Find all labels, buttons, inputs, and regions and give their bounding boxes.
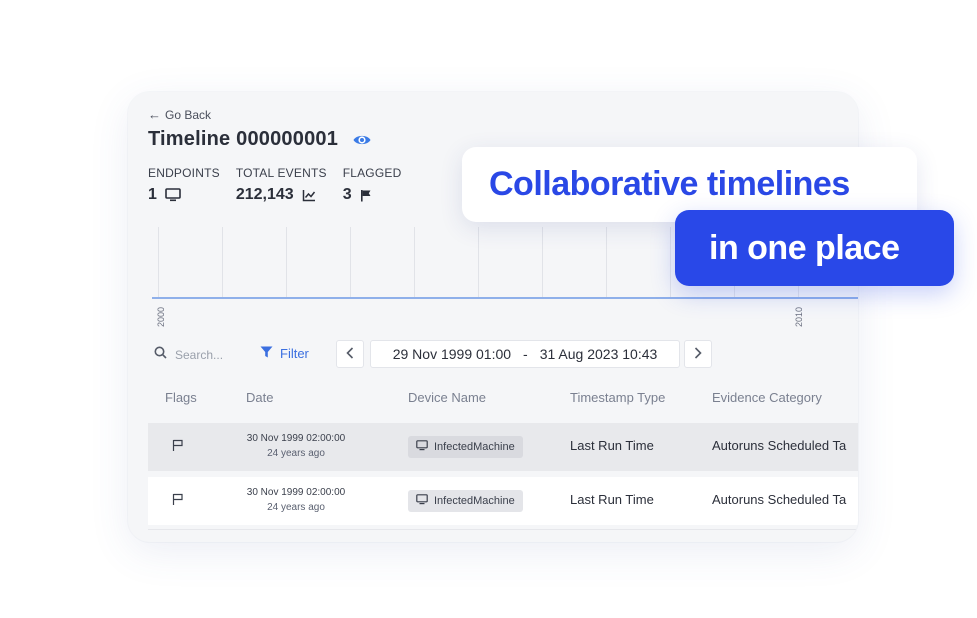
grid-line <box>286 227 287 297</box>
grid-line <box>350 227 351 297</box>
arrow-left-icon: ← <box>148 107 161 122</box>
timestamp-type-cell: Last Run Time <box>570 438 654 453</box>
filter-label: Filter <box>280 346 309 361</box>
date-range-picker[interactable]: 29 Nov 1999 01:00 - 31 Aug 2023 10:43 <box>370 340 680 368</box>
search-icon <box>154 346 167 364</box>
table-divider <box>148 529 858 530</box>
table-row[interactable]: 30 Nov 1999 02:00:00 24 years ago Infect… <box>148 477 858 525</box>
grid-line <box>670 227 671 297</box>
eye-icon[interactable] <box>352 130 372 150</box>
filter-button[interactable]: Filter <box>260 346 309 361</box>
year-label-end: 2010 <box>794 306 804 327</box>
date-absolute: 30 Nov 1999 02:00:00 <box>246 487 346 498</box>
column-header-device-name[interactable]: Device Name <box>408 390 486 405</box>
search-input[interactable]: Search... <box>154 346 223 364</box>
year-label-start: 2000 <box>156 306 166 327</box>
flagged-label: FLAGGED <box>342 166 402 180</box>
stat-flagged: FLAGGED 3 <box>343 166 402 204</box>
grid-line <box>478 227 479 297</box>
column-header-date[interactable]: Date <box>246 390 273 405</box>
callout-line-1: Collaborative timelines <box>489 165 850 203</box>
timeline-axis <box>152 297 858 299</box>
grid-line <box>606 227 607 297</box>
prev-range-button[interactable] <box>336 340 364 368</box>
go-back-link[interactable]: ← Go Back <box>148 107 211 122</box>
date-cell: 30 Nov 1999 02:00:00 24 years ago <box>246 431 346 461</box>
callout-one-place: in one place <box>675 210 954 286</box>
endpoints-label: ENDPOINTS <box>148 166 220 180</box>
next-range-button[interactable] <box>684 340 712 368</box>
device-chip[interactable]: InfectedMachine <box>408 436 523 458</box>
column-header-timestamp-type[interactable]: Timestamp Type <box>570 390 665 405</box>
flag-outline-icon[interactable] <box>172 439 184 457</box>
funnel-icon <box>260 346 273 361</box>
chevron-right-icon <box>694 346 702 362</box>
date-relative: 24 years ago <box>267 502 325 513</box>
table-header: Flags Date Device Name Timestamp Type Ev… <box>128 382 858 414</box>
grid-line <box>414 227 415 297</box>
device-name: InfectedMachine <box>434 441 515 453</box>
date-cell: 30 Nov 1999 02:00:00 24 years ago <box>246 485 346 515</box>
grid-line <box>222 227 223 297</box>
search-placeholder: Search... <box>175 348 224 362</box>
grid-line <box>158 227 159 297</box>
timestamp-type-cell: Last Run Time <box>570 492 654 507</box>
callout-line-2: in one place <box>709 228 900 267</box>
go-back-label: Go Back <box>165 107 212 122</box>
evidence-category-cell: Autoruns Scheduled Ta <box>712 438 847 453</box>
page-title: Timeline 000000001 <box>148 128 372 151</box>
total-events-value: 212,143 <box>235 186 294 203</box>
device-chip[interactable]: InfectedMachine <box>408 490 523 512</box>
flag-outline-icon[interactable] <box>172 493 184 511</box>
column-header-evidence-category[interactable]: Evidence Category <box>712 390 822 405</box>
toolbar: Search... Filter 29 Nov 1999 01:00 - 31 … <box>128 340 858 370</box>
table-row[interactable]: 30 Nov 1999 02:00:00 24 years ago Infect… <box>148 423 858 471</box>
stat-endpoints: ENDPOINTS 1 <box>148 166 220 204</box>
date-separator: - <box>523 346 528 362</box>
monitor-icon <box>165 188 181 202</box>
stats-bar: ENDPOINTS 1 TOTAL EVENTS 212,143 FLAGGED… <box>148 166 401 204</box>
flag-icon <box>360 189 372 202</box>
date-to: 31 Aug 2023 10:43 <box>539 346 658 362</box>
stat-total-events: TOTAL EVENTS 212,143 <box>236 166 327 204</box>
line-chart-icon <box>302 189 316 202</box>
chevron-left-icon <box>346 346 354 362</box>
total-events-label: TOTAL EVENTS <box>235 166 327 180</box>
evidence-category-cell: Autoruns Scheduled Ta <box>712 492 847 507</box>
page-title-text: Timeline 000000001 <box>148 128 339 150</box>
monitor-icon <box>416 440 428 454</box>
date-absolute: 30 Nov 1999 02:00:00 <box>246 433 346 444</box>
date-relative: 24 years ago <box>267 448 325 459</box>
endpoints-value: 1 <box>148 186 157 203</box>
grid-line <box>542 227 543 297</box>
monitor-icon <box>416 494 428 508</box>
device-name: InfectedMachine <box>434 495 515 507</box>
flagged-value: 3 <box>342 186 352 203</box>
column-header-flags[interactable]: Flags <box>165 390 197 405</box>
date-from: 29 Nov 1999 01:00 <box>392 346 512 362</box>
